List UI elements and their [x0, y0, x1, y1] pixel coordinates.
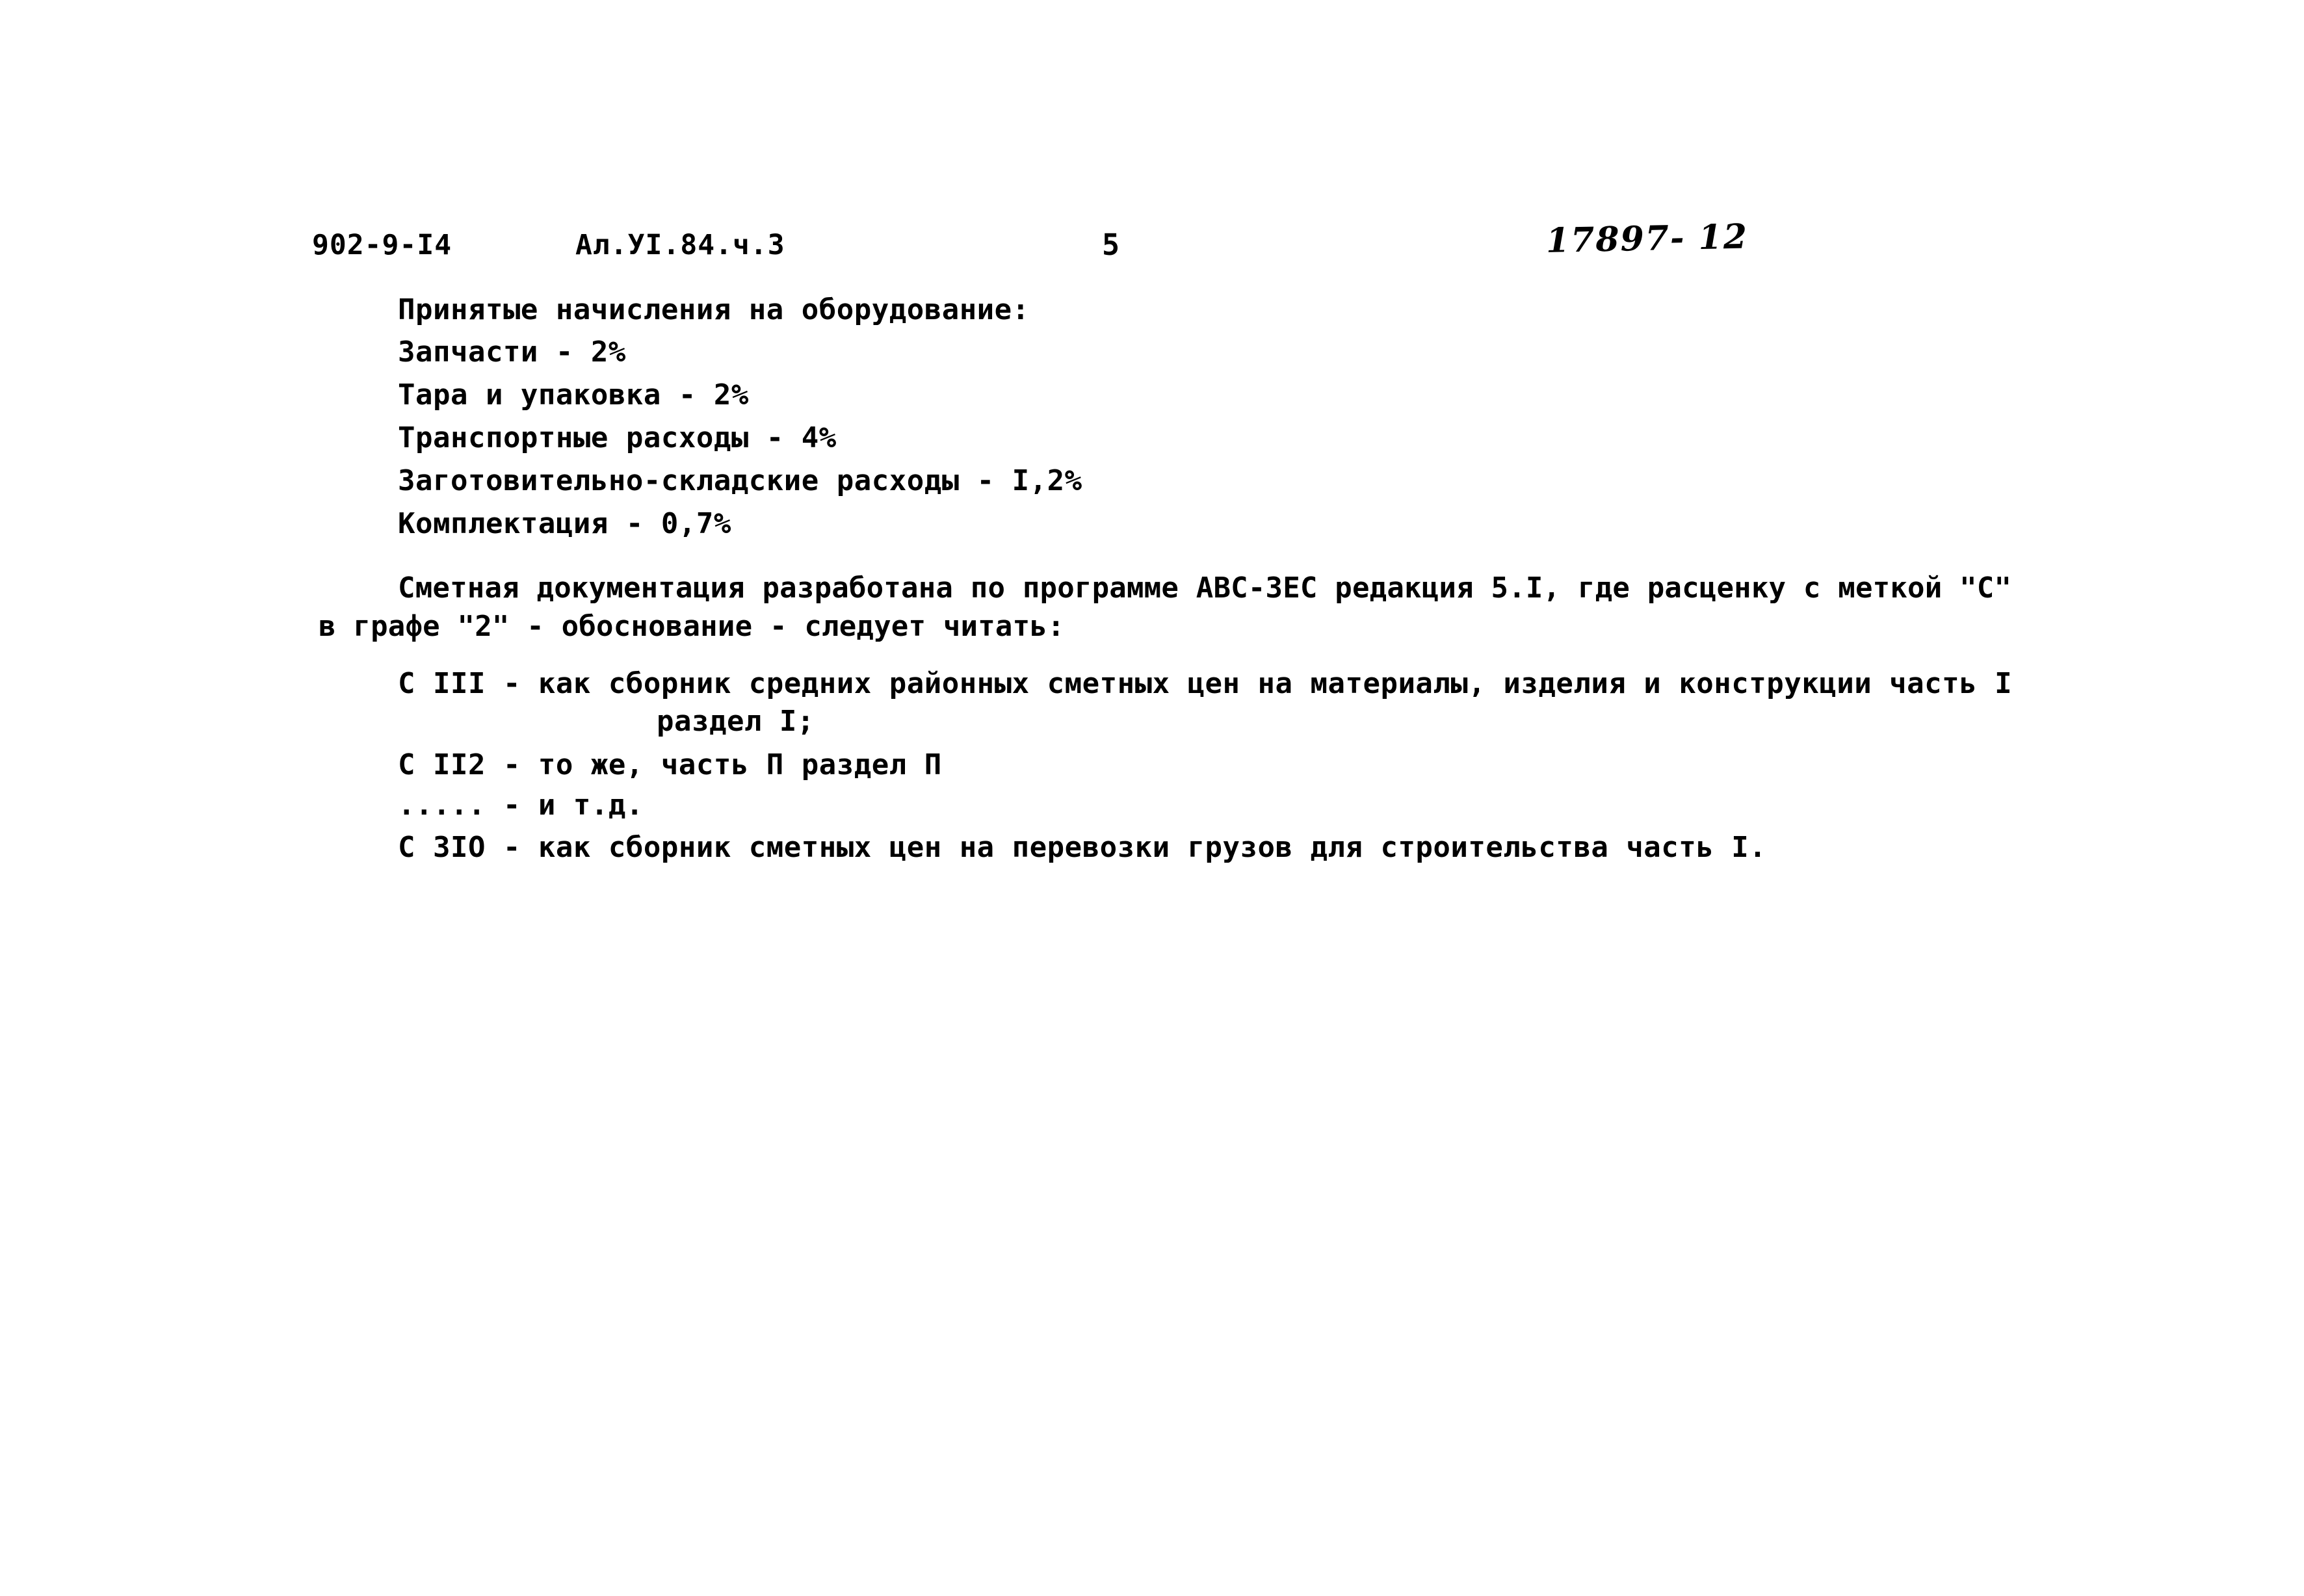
drawing-code: 902-9-I4: [312, 229, 452, 261]
charges-heading: Принятые начисления на оборудование:: [398, 293, 1030, 326]
charge-item: Комплектация - 0,7%: [398, 507, 731, 540]
document-page: 902-9-I4 Ал.УI.84.ч.3 5 17897- 12 Принят…: [0, 0, 2304, 1596]
page-number: 5: [1102, 228, 1120, 262]
code-item-continuation: раздел I;: [657, 705, 815, 738]
code-item: С III - как сборник средних районных сме…: [398, 667, 2013, 700]
handwritten-archive-number: 17897- 12: [1545, 216, 1749, 261]
paragraph-line-1: Сметная документация разработана по прог…: [398, 571, 2012, 605]
charge-item: Тара и упаковка - 2%: [398, 378, 749, 412]
code-item: С 3IO - как сборник сметных цен на перев…: [398, 831, 1767, 864]
charge-item: Запчасти - 2%: [398, 335, 626, 369]
charge-item: Заготовительно-складские расходы - I,2%: [398, 464, 1082, 497]
charge-item: Транспортные расходы - 4%: [398, 421, 837, 454]
paragraph-line-2: в графе "2" - обоснование - следует чита…: [319, 610, 1065, 643]
code-item: ..... - и т.д.: [398, 789, 644, 822]
page-header: 902-9-I4 Ал.УI.84.ч.3 5 17897- 12: [0, 216, 2304, 274]
code-item: С II2 - то же, часть П раздел П: [398, 748, 942, 781]
album-reference: Ал.УI.84.ч.3: [575, 229, 785, 261]
